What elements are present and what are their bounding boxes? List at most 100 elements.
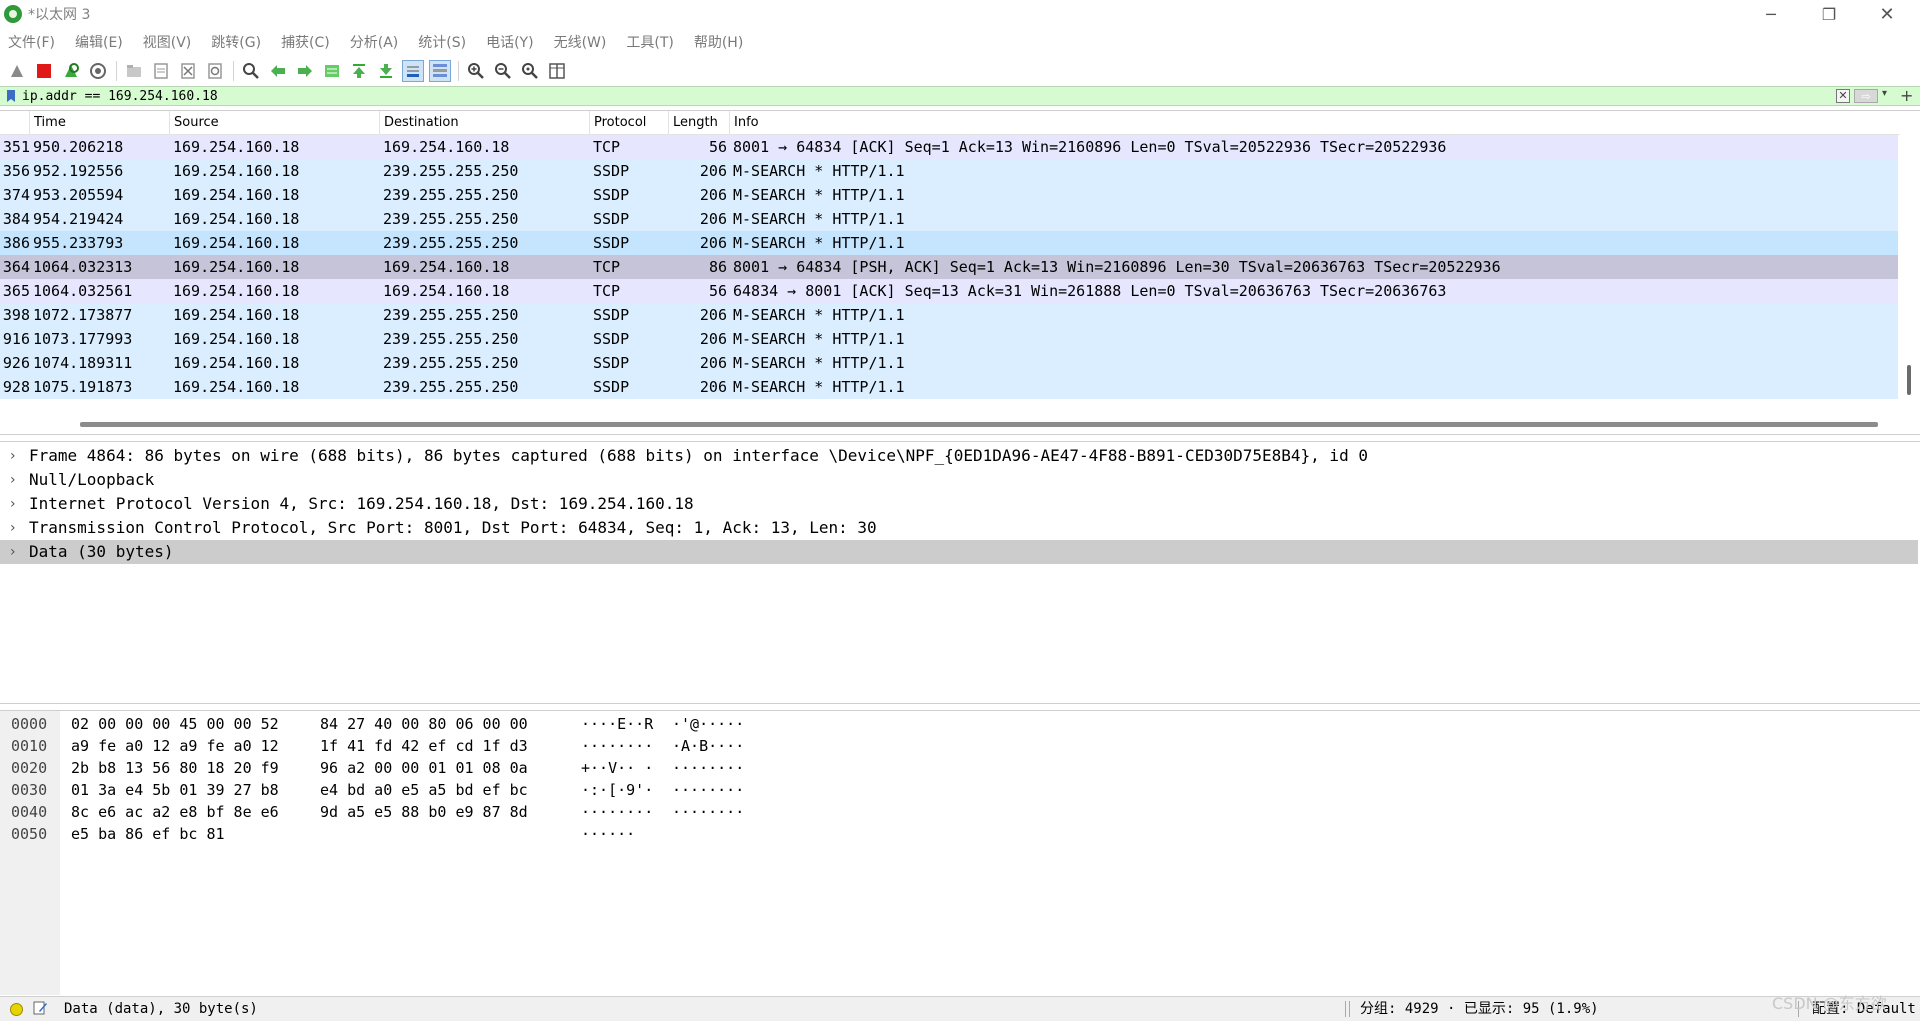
display-filter-input[interactable]: [22, 87, 1822, 105]
column-header-source[interactable]: Source: [170, 111, 380, 135]
hex-offset[interactable]: 0000: [11, 713, 47, 735]
menu-item-5[interactable]: 分析(A): [346, 32, 399, 52]
packet-row[interactable]: 351 950.206218 169.254.160.18 169.254.160.1…: [0, 135, 1898, 159]
column-header-time[interactable]: Time: [30, 111, 170, 135]
packet-row[interactable]: 928 1075.191873 169.254.160.18 239.255.255.…: [0, 375, 1898, 399]
hex-offset[interactable]: 0020: [11, 757, 47, 779]
column-header-info[interactable]: Info: [730, 111, 1900, 135]
menu-item-10[interactable]: 帮助(H): [690, 32, 743, 52]
hex-offset[interactable]: 0040: [11, 801, 47, 823]
hex-bytes[interactable]: 2b b8 13 56 80 18 20 f9: [71, 757, 279, 779]
menu-item-4[interactable]: 捕获(C): [277, 32, 330, 52]
packet-list-horizontal-scrollbar[interactable]: [80, 422, 1878, 427]
hex-bytes[interactable]: 1f 41 fd 42 ef cd 1f d3: [320, 735, 528, 757]
menu-item-8[interactable]: 无线(W): [550, 32, 607, 52]
ascii-bytes[interactable]: ····E··R: [581, 713, 653, 735]
reload-file-icon[interactable]: [204, 60, 226, 82]
details-tree-item[interactable]: › Null/Loopback: [0, 468, 1918, 492]
ascii-bytes[interactable]: ·:·[·9'·: [581, 779, 653, 801]
hex-bytes[interactable]: 96 a2 00 00 01 01 08 0a: [320, 757, 528, 779]
details-tree-item[interactable]: › Data (30 bytes): [0, 540, 1918, 564]
close-file-icon[interactable]: [177, 60, 199, 82]
menu-item-6[interactable]: 统计(S): [414, 32, 466, 52]
filter-history-dropdown[interactable]: ▾: [1882, 88, 1887, 99]
packet-row[interactable]: 374 953.205594 169.254.160.18 239.255.255.2…: [0, 183, 1898, 207]
packet-row[interactable]: 926 1074.189311 169.254.160.18 239.255.255.…: [0, 351, 1898, 375]
open-file-icon[interactable]: [123, 60, 145, 82]
hex-bytes[interactable]: e4 bd a0 e5 a5 bd ef bc: [320, 779, 528, 801]
ascii-bytes[interactable]: ········: [672, 779, 744, 801]
add-filter-button[interactable]: +: [1900, 86, 1913, 105]
hex-bytes[interactable]: 84 27 40 00 80 06 00 00: [320, 713, 528, 735]
save-file-icon[interactable]: [150, 60, 172, 82]
minimize-button[interactable]: ─: [1742, 0, 1800, 28]
ascii-bytes[interactable]: ········: [581, 735, 653, 757]
hex-bytes[interactable]: a9 fe a0 12 a9 fe a0 12: [71, 735, 279, 757]
column-header-length[interactable]: Length: [669, 111, 730, 135]
stop-capture-icon[interactable]: [33, 60, 55, 82]
hex-offset[interactable]: 0010: [11, 735, 47, 757]
go-forward-icon[interactable]: [294, 60, 316, 82]
clear-filter-button[interactable]: ✕: [1836, 89, 1850, 103]
hex-bytes[interactable]: e5 ba 86 ef bc 81: [71, 823, 225, 845]
restart-capture-icon[interactable]: [60, 60, 82, 82]
close-button[interactable]: ✕: [1858, 0, 1916, 28]
autoscroll-icon[interactable]: [402, 60, 424, 82]
colorize-icon[interactable]: [429, 60, 451, 82]
zoom-out-icon[interactable]: [492, 60, 514, 82]
ascii-bytes[interactable]: +··V·· ·: [581, 757, 653, 779]
menu-item-3[interactable]: 跳转(G): [207, 32, 261, 52]
ascii-bytes[interactable]: ········: [672, 757, 744, 779]
capture-options-icon[interactable]: [87, 60, 109, 82]
column-header-protocol[interactable]: Protocol: [590, 111, 669, 135]
restore-button[interactable]: ❐: [1800, 0, 1858, 28]
ascii-bytes[interactable]: ······: [581, 823, 635, 845]
packet-row[interactable]: 398 1072.173877 169.254.160.18 239.255.255.…: [0, 303, 1898, 327]
packet-row[interactable]: 356 952.192556 169.254.160.18 239.255.255.2…: [0, 159, 1898, 183]
packet-row[interactable]: 384 954.219424 169.254.160.18 239.255.255.2…: [0, 207, 1898, 231]
expand-arrow-icon[interactable]: ›: [10, 516, 16, 540]
expand-arrow-icon[interactable]: ›: [10, 444, 16, 468]
hex-bytes[interactable]: 9d a5 e5 88 b0 e9 87 8d: [320, 801, 528, 823]
go-back-icon[interactable]: [267, 60, 289, 82]
details-tree-item[interactable]: › Transmission Control Protocol, Src Port…: [0, 516, 1918, 540]
column-header-no[interactable]: [0, 111, 30, 135]
expand-arrow-icon[interactable]: ›: [10, 492, 16, 516]
apply-filter-button[interactable]: ⇨: [1854, 89, 1878, 103]
resize-columns-icon[interactable]: [546, 60, 568, 82]
expert-info-led-icon[interactable]: [10, 1003, 23, 1016]
packet-row[interactable]: 386 955.233793 169.254.160.18 239.255.255.2…: [0, 231, 1898, 255]
first-packet-icon[interactable]: [348, 60, 370, 82]
zoom-in-icon[interactable]: [465, 60, 487, 82]
start-capture-icon[interactable]: [6, 60, 28, 82]
hex-bytes[interactable]: 02 00 00 00 45 00 00 52: [71, 713, 279, 735]
hex-offset[interactable]: 0050: [11, 823, 47, 845]
edit-comment-icon[interactable]: [32, 1000, 48, 1016]
ascii-bytes[interactable]: ········: [581, 801, 653, 823]
column-header-destination[interactable]: Destination: [380, 111, 590, 135]
menu-item-1[interactable]: 编辑(E): [71, 32, 123, 52]
bookmark-icon[interactable]: [4, 87, 18, 105]
details-tree-item[interactable]: › Internet Protocol Version 4, Src: 169.2…: [0, 492, 1918, 516]
normal-size-icon[interactable]: [519, 60, 541, 82]
expand-arrow-icon[interactable]: ›: [10, 540, 16, 564]
hex-offset[interactable]: 0030: [11, 779, 47, 801]
find-packet-icon[interactable]: [240, 60, 262, 82]
expand-arrow-icon[interactable]: ›: [10, 468, 16, 492]
packet-row[interactable]: 365 1064.032561 169.254.160.18 169.254.160.…: [0, 279, 1898, 303]
menu-item-7[interactable]: 电话(Y): [482, 32, 533, 52]
menu-item-2[interactable]: 视图(V): [139, 32, 192, 52]
packet-list-scroll-thumb[interactable]: [1907, 365, 1911, 395]
packet-row[interactable]: 916 1073.177993 169.254.160.18 239.255.255.…: [0, 327, 1898, 351]
menu-item-9[interactable]: 工具(T): [622, 32, 673, 52]
ascii-bytes[interactable]: ·A·B····: [672, 735, 744, 757]
hex-bytes[interactable]: 01 3a e4 5b 01 39 27 b8: [71, 779, 279, 801]
last-packet-icon[interactable]: [375, 60, 397, 82]
ascii-bytes[interactable]: ·'@·····: [672, 713, 744, 735]
details-tree-item[interactable]: › Frame 4864: 86 bytes on wire (688 bits)…: [0, 444, 1918, 468]
menu-item-0[interactable]: 文件(F): [4, 32, 55, 52]
go-to-packet-icon[interactable]: [321, 60, 343, 82]
hex-bytes[interactable]: 8c e6 ac a2 e8 bf 8e e6: [71, 801, 279, 823]
ascii-bytes[interactable]: ········: [672, 801, 744, 823]
packet-row[interactable]: 364 1064.032313 169.254.160.18 169.254.160.…: [0, 255, 1898, 279]
